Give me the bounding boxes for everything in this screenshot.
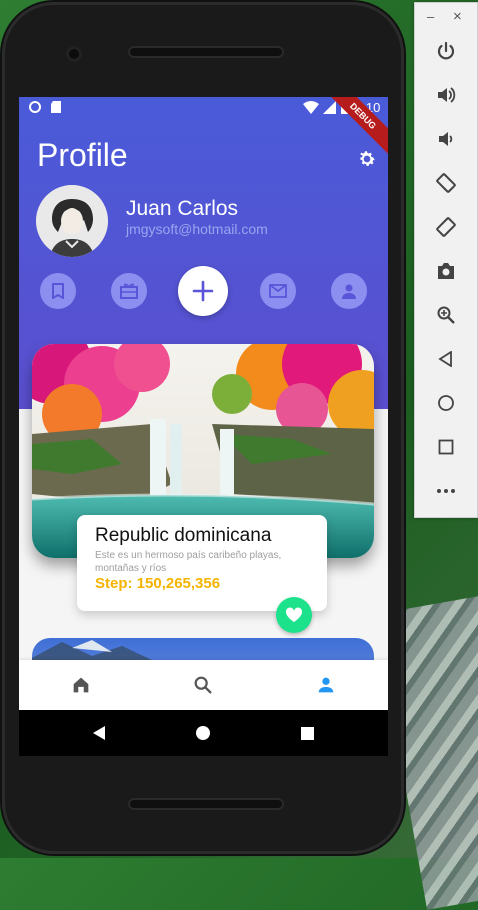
status-bar: 3:10 DEBUG (19, 97, 388, 162)
volume-up-icon (438, 87, 456, 103)
emulator-control-panel: – × (414, 2, 478, 518)
destination-description: Este es un hermoso país caribeño playas,… (95, 550, 282, 574)
close-button[interactable]: × (453, 8, 462, 25)
add-button[interactable] (178, 266, 228, 316)
overview-icon (438, 439, 454, 455)
signal-icon (323, 101, 336, 114)
bottom-speaker (128, 798, 284, 810)
bookmark-icon (52, 283, 64, 299)
plus-icon (192, 280, 214, 302)
volume-up-button[interactable] (432, 81, 460, 109)
sd-card-icon (51, 101, 61, 113)
more-icon (437, 489, 455, 493)
volume-down-button[interactable] (432, 125, 460, 153)
notification-circle-icon (29, 101, 41, 113)
back-button[interactable] (432, 345, 460, 373)
page-title: Profile (37, 137, 128, 173)
bottom-navigation (19, 660, 388, 710)
system-navigation-bar (19, 710, 388, 756)
power-icon (437, 41, 455, 60)
destination-title: Republic dominicana (95, 525, 272, 546)
mail-button[interactable] (260, 273, 296, 309)
bookmark-button[interactable] (40, 273, 76, 309)
user-name: Juan Carlos (126, 197, 239, 220)
gift-card-button[interactable] (111, 273, 147, 309)
rotate-left-icon (436, 173, 456, 193)
gear-icon[interactable] (357, 149, 377, 169)
front-camera (66, 46, 82, 62)
mail-icon (269, 284, 287, 298)
back-icon (438, 351, 452, 367)
zoom-icon (437, 306, 455, 324)
rotate-right-icon (436, 217, 456, 237)
avatar[interactable] (36, 185, 108, 257)
top-speaker (128, 46, 284, 58)
person-button[interactable] (331, 273, 367, 309)
screenshot-button[interactable] (432, 257, 460, 285)
zoom-button[interactable] (432, 301, 460, 329)
search-icon[interactable] (192, 674, 214, 696)
favorite-button[interactable] (276, 597, 312, 633)
heart-icon (285, 607, 303, 622)
overview-square-icon[interactable] (301, 727, 314, 740)
rotate-right-button[interactable] (432, 213, 460, 241)
destination-steps: Step: 150,265,356 (95, 575, 221, 592)
rotate-left-button[interactable] (432, 169, 460, 197)
home-button[interactable] (432, 389, 460, 417)
person-icon (342, 284, 356, 299)
home-icon[interactable] (70, 674, 92, 696)
user-email: jmgysoft@hotmail.com (126, 221, 268, 237)
home-circle-icon[interactable] (196, 726, 210, 740)
back-icon[interactable] (93, 726, 107, 740)
gift-card-icon (120, 283, 138, 299)
app-screen: 3:10 DEBUG Profile Juan Carlos jmgysoft@… (19, 97, 388, 710)
power-button[interactable] (432, 37, 460, 65)
volume-down-icon (439, 132, 453, 146)
overview-button[interactable] (432, 433, 460, 461)
person-icon[interactable] (315, 674, 337, 696)
home-icon (438, 395, 454, 411)
wifi-icon (303, 101, 319, 114)
minimize-button[interactable]: – (427, 9, 434, 24)
camera-icon (438, 263, 454, 279)
more-button[interactable] (432, 477, 460, 505)
